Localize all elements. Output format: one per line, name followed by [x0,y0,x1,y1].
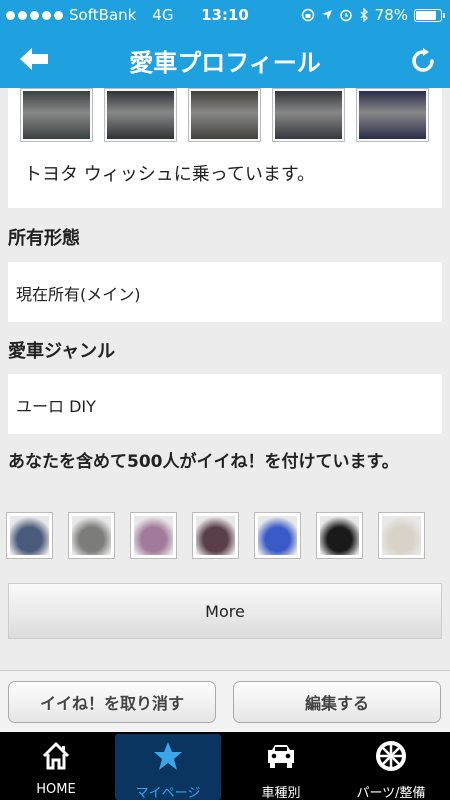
liker-thumbnail-image [258,516,297,555]
tab-home-label: HOME [36,782,76,797]
car-photo-row [20,88,429,142]
battery-icon [414,8,445,22]
bluetooth-icon [360,8,368,22]
tab-parts-maintenance-label: パーツ/整備 [356,786,426,800]
tab-car-models-label: 車種別 [261,786,301,800]
tab-parts-maintenance[interactable]: パーツ/整備 [338,732,444,800]
car-photo[interactable] [20,88,93,142]
profile-content[interactable]: トヨタ ウィッシュに乗っています。 所有形態 現在所有(メイン) 愛車ジャンル … [0,88,450,670]
genre-value: ユーロ DIY [16,397,96,416]
edit-button[interactable]: 編集する [233,681,441,723]
refresh-button[interactable] [410,48,436,74]
liker-thumbnail[interactable] [254,512,301,559]
star-icon [154,742,182,770]
rotation-lock-icon [301,8,314,22]
car-photo[interactable] [356,88,429,142]
ownership-label: 所有形態 [8,228,80,249]
tab-home[interactable]: HOME [3,732,109,800]
liker-thumbnail[interactable] [68,512,115,559]
liker-thumbnail-image [72,516,111,555]
car-photo[interactable] [188,88,261,142]
car-photo-image [275,91,342,139]
tab-car-models[interactable]: 車種別 [228,732,334,800]
liker-thumbnail[interactable] [130,512,177,559]
liker-thumbnail[interactable] [192,512,239,559]
genre-label: 愛車ジャンル [8,341,116,362]
car-icon [268,745,294,768]
ownership-value-box: 現在所有(メイン) [8,262,442,322]
alarm-icon [339,9,352,22]
more-button[interactable]: More [8,583,442,639]
page-title: 愛車プロフィール [129,49,321,77]
status-bar: SoftBank 4G 13:10 78% [0,0,450,30]
tab-mypage-label: マイページ [135,786,201,800]
likes-count-label: あなたを含めて500人がイイね！を付けています。 [8,452,399,472]
unlike-button[interactable]: イイね！を取り消す [8,681,216,723]
liker-thumbnail-image [196,516,235,555]
car-photo-image [191,91,258,139]
car-photo[interactable] [272,88,345,142]
liker-thumbnail[interactable] [378,512,425,559]
liker-thumbnail[interactable] [6,512,53,559]
car-photo[interactable] [104,88,177,142]
ownership-value: 現在所有(メイン) [16,285,141,304]
genre-value-box: ユーロ DIY [8,374,442,434]
liker-thumbnail[interactable] [316,512,363,559]
car-photo-image [23,91,90,139]
tab-bar: HOME マイページ 車種別 パーツ/整備 [0,732,450,800]
action-bar: イイね！を取り消す 編集する [0,670,450,732]
location-icon [321,10,332,20]
battery-percent: 78% [374,6,408,24]
status-right: 78% [301,6,445,24]
car-description: トヨタ ウィッシュに乗っています。 [24,164,316,185]
refresh-icon [412,48,434,72]
app-header: 愛車プロフィール [0,30,450,88]
wheel-icon [376,741,406,771]
liker-thumbnail-image [10,516,49,555]
liker-thumbnail-image [382,516,421,555]
tab-mypage[interactable]: マイページ [109,732,221,800]
car-photo-image [359,91,426,139]
car-summary-card: トヨタ ウィッシュに乗っています。 [8,88,442,208]
liker-thumbnail-image [320,516,359,555]
likers-thumbnail-row [6,512,425,559]
home-icon [42,742,70,770]
liker-thumbnail-image [134,516,173,555]
car-photo-image [107,91,174,139]
